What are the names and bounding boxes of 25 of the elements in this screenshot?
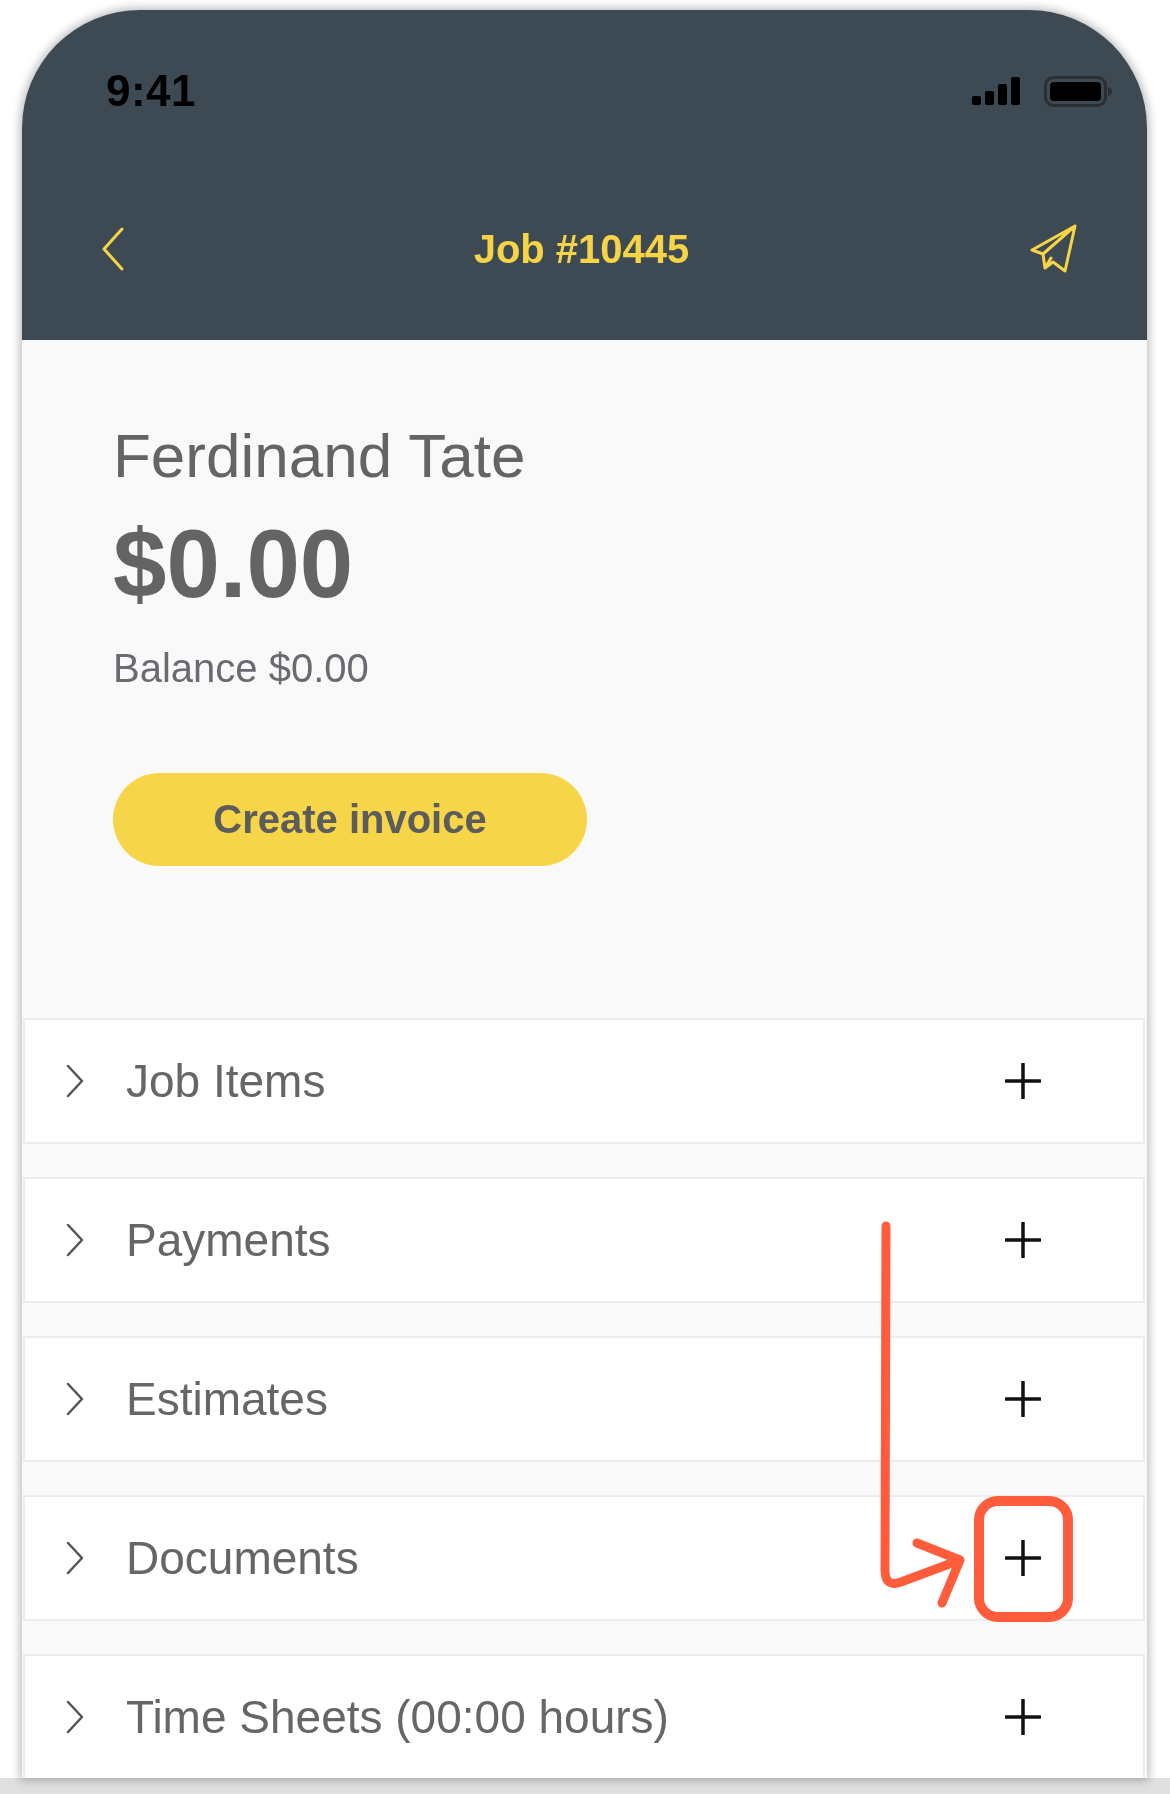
back-chevron-icon <box>102 227 124 271</box>
section-row[interactable]: Estimates <box>23 1335 1145 1462</box>
section-row[interactable]: Job Items <box>23 1017 1145 1144</box>
section-label: Payments <box>126 1212 331 1267</box>
section-label: Time Sheets (00:00 hours) <box>126 1689 669 1744</box>
battery-icon <box>1044 75 1112 107</box>
section-label: Job Items <box>126 1053 326 1108</box>
section-label: Documents <box>126 1530 359 1585</box>
section-label: Estimates <box>126 1371 328 1426</box>
plus-icon <box>1005 1221 1041 1258</box>
screen-title: Job #10445 <box>473 226 690 272</box>
total-amount: $0.00 <box>113 509 354 620</box>
plus-icon <box>1005 1062 1041 1099</box>
section-row[interactable]: Documents <box>23 1494 1145 1621</box>
signal-icon <box>972 77 1022 105</box>
plus-icon <box>1005 1539 1041 1576</box>
section-row[interactable]: Time Sheets (00:00 hours) <box>23 1653 1145 1778</box>
plus-icon <box>1005 1380 1041 1417</box>
balance-text: Balance $0.00 <box>113 644 369 692</box>
section-row[interactable]: Payments <box>23 1176 1145 1303</box>
status-time: 9:41 <box>106 66 197 116</box>
plus-icon <box>1005 1698 1041 1735</box>
customer-name: Ferdinand Tate <box>113 420 526 492</box>
create-invoice-button[interactable]: Create invoice <box>113 772 587 866</box>
paper-plane-icon <box>1029 224 1077 274</box>
